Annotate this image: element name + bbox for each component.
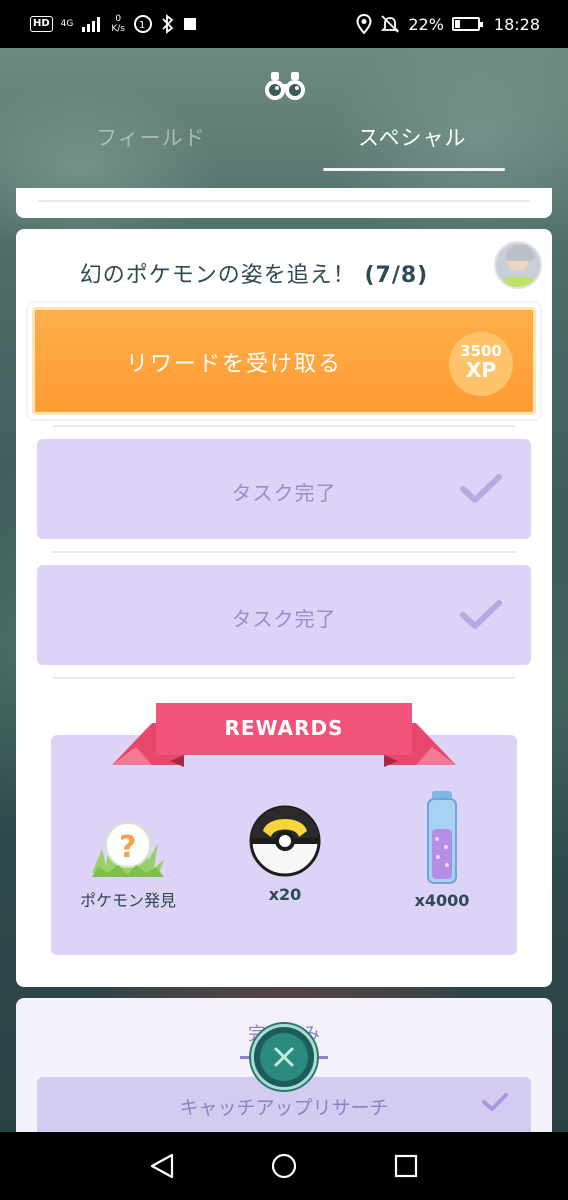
- rewards-title: REWARDS: [224, 716, 344, 740]
- status-left: HD 4G 0 K/s 1: [30, 14, 197, 34]
- navigation-bar: [0, 1132, 568, 1200]
- tab-special[interactable]: スペシャル: [358, 122, 467, 152]
- quest-progress: (7/8): [364, 263, 429, 288]
- close-icon: [274, 1047, 294, 1067]
- net-speed-value: 0: [115, 14, 122, 24]
- battery-fill: [454, 20, 461, 28]
- avatar-body: [502, 277, 538, 287]
- reward-encounter: ? ポケモン発見: [68, 803, 188, 911]
- check-icon: [460, 474, 502, 503]
- network-type: 4G: [60, 19, 74, 29]
- tab-selected-indicator: [323, 168, 505, 171]
- hd-indicator: HD: [30, 16, 53, 32]
- reward-ultra-ball-label: x20: [268, 885, 302, 904]
- xp-unit: XP: [465, 358, 497, 382]
- net-speed: 0 K/s: [111, 14, 125, 34]
- quest-title: 幻のポケモンの姿を追え！: [79, 263, 356, 288]
- catchup-research-label: キャッチアップリサーチ: [179, 1097, 389, 1119]
- reward-stardust-label: x4000: [414, 891, 470, 910]
- check-icon: [460, 600, 502, 629]
- location-icon: [356, 14, 372, 34]
- reward-stardust: x4000: [392, 789, 492, 910]
- reward-encounter-label: ポケモン発見: [79, 891, 176, 910]
- divider: [52, 425, 516, 427]
- claim-reward-label: リワードを受け取る: [125, 352, 342, 377]
- close-button[interactable]: [251, 1024, 317, 1090]
- clock: 18:28: [493, 14, 540, 34]
- mute-icon: [381, 15, 400, 33]
- claim-reward-button[interactable]: リワードを受け取る 3500 XP: [32, 307, 536, 415]
- pokemon-encounter-icon: ?: [92, 822, 164, 877]
- quest-card: 幻のポケモンの姿を追え！ (7/8) リワードを受け取る 3500 XP タスク…: [16, 229, 552, 987]
- home-icon[interactable]: [270, 1152, 298, 1180]
- xp-badge: 3500 XP: [449, 332, 513, 396]
- bluetooth-icon: [162, 14, 174, 34]
- divider: [52, 551, 516, 553]
- stop-icon: [184, 18, 196, 30]
- quest-title-row: 幻のポケモンの姿を追え！ (7/8): [16, 257, 492, 289]
- net-speed-unit: K/s: [111, 24, 125, 34]
- stardust-icon: [427, 791, 457, 884]
- ultra-ball-icon: [249, 805, 321, 877]
- battery-icon: [451, 17, 483, 31]
- card-divider: [38, 200, 530, 202]
- check-icon: [482, 1093, 508, 1111]
- professor-avatar: [494, 241, 542, 289]
- previous-quest-card: [16, 188, 552, 218]
- svg-text:1: 1: [139, 20, 145, 31]
- task-item: タスク完了: [37, 439, 531, 539]
- tab-field[interactable]: フィールド: [96, 122, 206, 152]
- claim-reward-frame: リワードを受け取る 3500 XP: [28, 303, 540, 419]
- status-bar: HD 4G 0 K/s 1 22% 18:28: [0, 0, 568, 48]
- recents-icon[interactable]: [392, 1152, 420, 1180]
- svg-text:?: ?: [119, 830, 136, 865]
- battery-percent: 22%: [408, 14, 444, 34]
- data-saver-icon: 1: [134, 15, 152, 33]
- back-icon[interactable]: [148, 1152, 176, 1180]
- binoculars-icon: [265, 72, 305, 100]
- avatar-hair: [506, 245, 534, 261]
- status-right: 22% 18:28: [356, 14, 540, 34]
- signal-icon: [82, 17, 101, 32]
- divider: [52, 677, 516, 679]
- reward-ultra-ball: x20: [230, 801, 340, 904]
- task-item: タスク完了: [37, 565, 531, 665]
